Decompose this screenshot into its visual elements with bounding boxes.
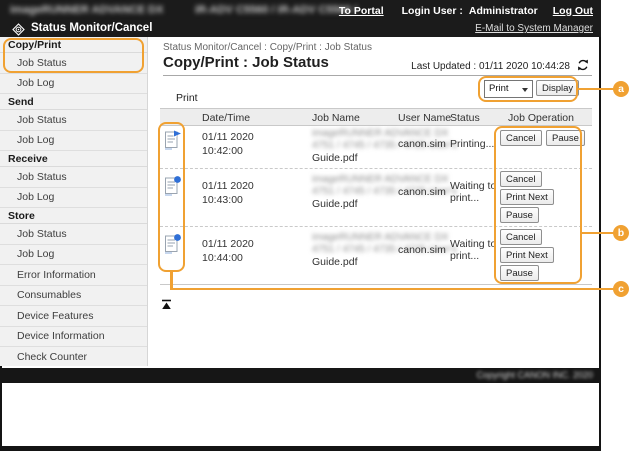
email-to-system-manager-link[interactable]: E-Mail to System Manager [475,23,593,34]
row2-time: 10:43:00 [202,194,243,206]
callout-circle-a: a [613,81,629,97]
sidebar-item-receive-job-log[interactable]: Job Log [0,188,147,209]
device-name-blurred: iR-ADV C5560 / iR-ADV C5560 / [195,4,357,16]
row-separator [160,226,592,227]
row1-username: canon.sim [398,138,446,150]
sidebar-item-store-job-log[interactable]: Job Log [0,245,147,266]
col-header-status: Status [450,112,480,124]
sidebar-item-copyprint-job-status[interactable]: Job Status [0,53,147,74]
row2-username: canon.sim [398,186,446,198]
row3-pause-button[interactable]: Pause [500,265,539,281]
sidebar-item-receive-job-status[interactable]: Job Status [0,167,147,188]
chevron-down-icon [522,88,528,92]
sidebar-header-receive: Receive [0,151,147,167]
callout-circle-b: b [613,225,629,241]
display-button[interactable]: Display [536,80,579,96]
to-portal-link[interactable]: To Portal [339,5,384,17]
sidebar-item-device-information[interactable]: Device Information [0,327,147,348]
row1-status: Printing... [450,138,494,150]
refresh-icon[interactable] [576,58,590,77]
sidebar-item-error-information[interactable]: Error Information [0,265,147,286]
row3-username: canon.sim [398,244,446,256]
sidebar-item-consumables[interactable]: Consumables [0,286,147,307]
callout-line-a [577,88,614,91]
row1-time: 10:42:00 [202,145,243,157]
row3-print-next-button[interactable]: Print Next [500,247,554,263]
sidebar-menu: Copy/Print Job Status Job Log Send Job S… [0,37,148,366]
col-header-user-name: User Name [398,112,451,124]
row2-status: Waiting to print... [450,180,506,204]
breadcrumb: Status Monitor/Cancel : Copy/Print : Job… [163,42,372,53]
sidebar-item-store-job-status[interactable]: Job Status [0,224,147,245]
row3-time: 10:44:00 [202,252,243,264]
log-out-link[interactable]: Log Out [553,5,593,17]
row1-jobname: Guide.pdf [312,152,358,164]
row3-jobname-blurred-line1: imageRUNNER ADVANCE DX [312,232,449,243]
row2-cancel-button[interactable]: Cancel [500,171,542,187]
login-user-name: Administrator [469,5,538,17]
row2-print-next-button[interactable]: Print Next [500,189,554,205]
sidebar-item-check-counter[interactable]: Check Counter [0,347,147,366]
callout-line-b [581,232,614,235]
col-header-job-name: Job Name [312,112,360,124]
job-type-label: Print [176,92,198,104]
row1-cancel-button[interactable]: Cancel [500,130,542,146]
device-model-blurred: imageRUNNER ADVANCE DX [10,4,163,16]
callout-circle-c: c [613,281,629,297]
col-header-datetime: Date/Time [202,112,250,124]
sidebar-item-send-job-status[interactable]: Job Status [0,110,147,131]
row2-jobname: Guide.pdf [312,198,358,210]
col-header-job-operation: Job Operation [508,112,574,124]
footer-bar: Copyright CANON INC. 2020 [0,368,601,383]
table-bottom-border [160,284,592,285]
login-user-label: Login User : [402,5,463,17]
print-job-waiting-icon [163,175,183,202]
job-type-select[interactable]: Print [484,80,533,98]
row2-jobname-blurred-line1: imageRUNNER ADVANCE DX [312,174,449,185]
page-app-title: Status Monitor/Cancel [31,22,152,34]
page-title: Copy/Print : Job Status [163,54,329,71]
copyright-text-blurred: Copyright CANON INC. 2020 [476,370,593,380]
callout-line-c-horizontal [170,288,614,291]
row-separator [160,168,592,169]
row3-cancel-button[interactable]: Cancel [500,229,542,245]
remote-ui-logo-icon [12,23,25,41]
title-divider [163,75,592,76]
row1-date: 01/11 2020 [202,131,254,143]
row3-date: 01/11 2020 [202,238,254,250]
last-updated-text: Last Updated : 01/11 2020 10:44:28 [370,61,570,72]
row1-pause-button[interactable]: Pause [546,130,585,146]
back-to-top-icon[interactable] [161,297,172,315]
app-bar: Status Monitor/Cancel E-Mail to System M… [0,21,601,37]
sidebar-item-copyprint-job-log[interactable]: Job Log [0,74,147,95]
job-type-selected-value: Print [489,83,509,94]
print-job-printing-icon [163,129,183,156]
sidebar-header-store: Store [0,208,147,224]
sidebar-item-send-job-log[interactable]: Job Log [0,131,147,152]
sidebar-header-send: Send [0,94,147,110]
row3-jobname: Guide.pdf [312,256,358,268]
row3-status: Waiting to print... [450,238,506,262]
row2-pause-button[interactable]: Pause [500,207,539,223]
sidebar-item-device-features[interactable]: Device Features [0,306,147,327]
top-bar: imageRUNNER ADVANCE DX iR-ADV C5560 / iR… [0,0,601,21]
row2-date: 01/11 2020 [202,180,254,192]
print-job-waiting-icon [163,233,183,260]
